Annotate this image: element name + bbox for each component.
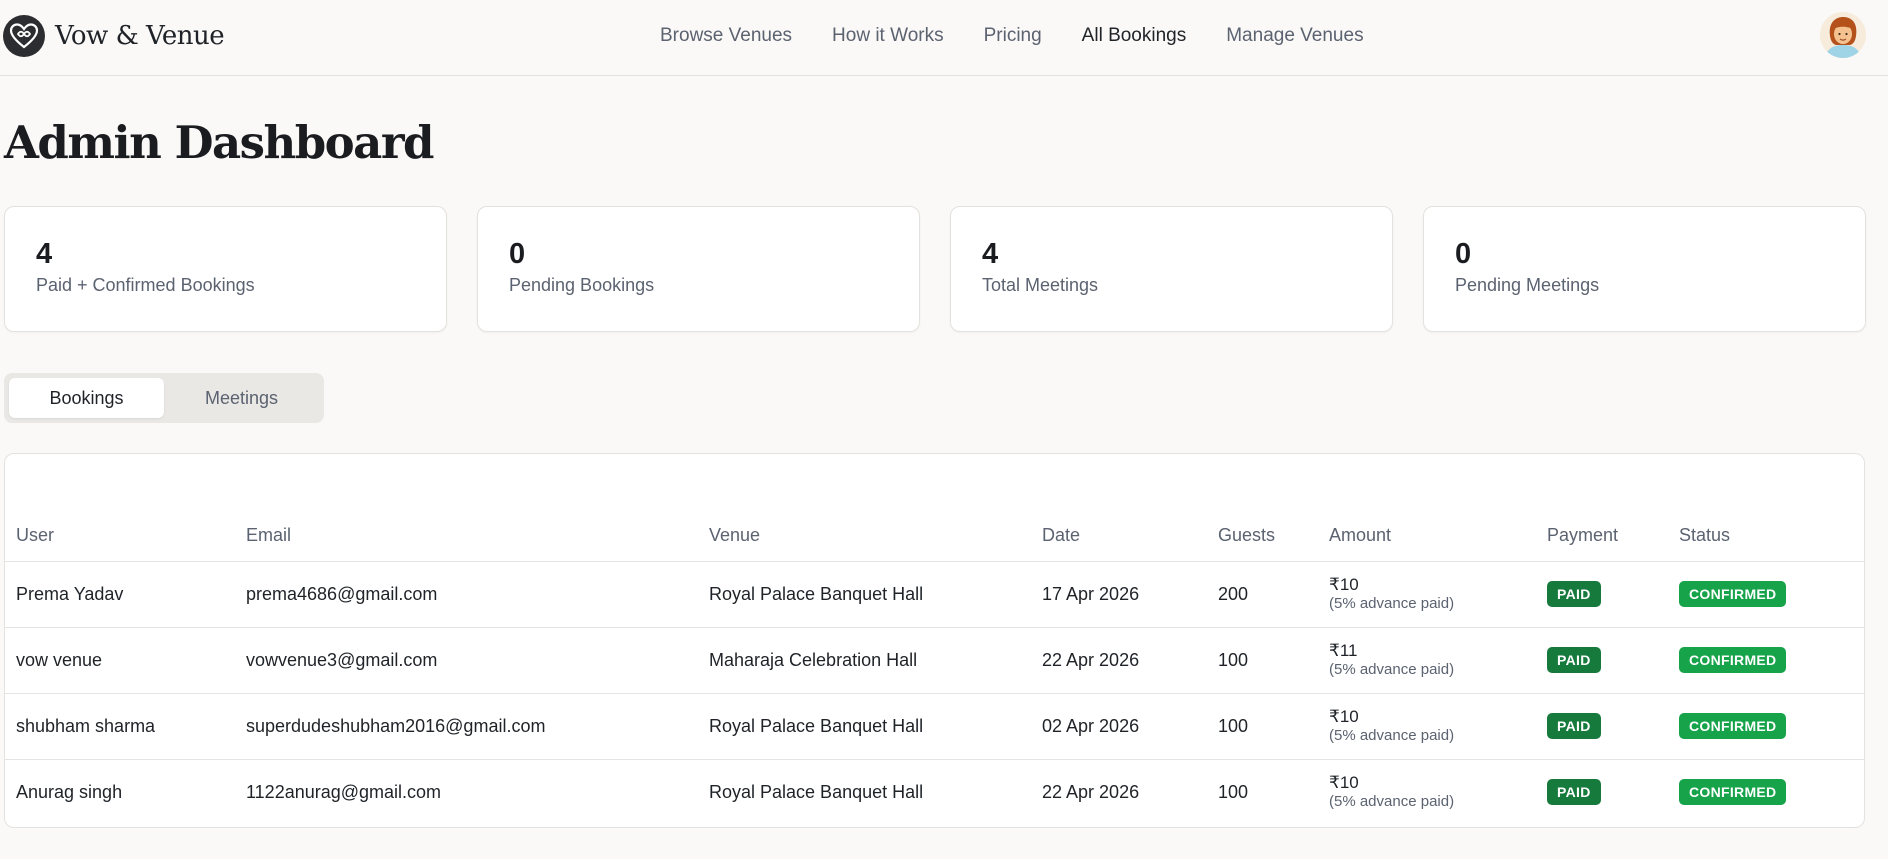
cell-email: prema4686@gmail.com — [235, 561, 698, 628]
table-row[interactable]: Anurag singh 1122anurag@gmail.com Royal … — [5, 759, 1864, 825]
status-badge: CONFIRMED — [1679, 713, 1787, 739]
cell-status: CONFIRMED — [1668, 759, 1864, 825]
page-title: Admin Dashboard — [4, 116, 435, 169]
cell-email: 1122anurag@gmail.com — [246, 781, 442, 802]
table-header-row: User Email Venue Date Guests Amount Paym… — [5, 511, 1864, 562]
amount-note: (5% advance paid) — [1329, 727, 1455, 744]
cell-guests: 100 — [1218, 781, 1249, 802]
main-nav: Browse Venues How it Works Pricing All B… — [660, 24, 1404, 48]
column-header-email[interactable]: Email — [235, 511, 698, 562]
table-row[interactable]: Prema Yadav prema4686@gmail.com Royal Pa… — [5, 561, 1864, 628]
brand-logo-link[interactable]: Vow & Venue — [3, 15, 225, 57]
cell-payment: PAID — [1536, 627, 1668, 694]
stat-card-pending-bookings: 0 Pending Bookings — [477, 206, 920, 332]
nav-pricing[interactable]: Pricing — [984, 24, 1042, 48]
cell-guests: 100 — [1207, 627, 1318, 694]
column-header-status[interactable]: Status — [1668, 511, 1864, 562]
cell-payment: PAID — [1536, 561, 1668, 628]
stat-label: Total Meetings — [982, 275, 1099, 295]
bookings-panel: User Email Venue Date Guests Amount Paym… — [4, 453, 1865, 828]
cell-status: CONFIRMED — [1668, 561, 1864, 628]
stat-label: Pending Meetings — [1455, 275, 1600, 295]
status-badge: CONFIRMED — [1679, 647, 1787, 673]
payment-badge: PAID — [1547, 581, 1601, 607]
bookings-table: User Email Venue Date Guests Amount Paym… — [5, 511, 1864, 825]
cell-payment: PAID — [1536, 693, 1668, 760]
tab-meetings[interactable]: Meetings — [164, 378, 319, 418]
column-header-payment[interactable]: Payment — [1536, 511, 1668, 562]
status-badge: CONFIRMED — [1679, 581, 1787, 607]
amount-value: ₹10 — [1329, 773, 1359, 793]
cell-status: CONFIRMED — [1668, 693, 1864, 760]
cell-date: 17 Apr 2026 — [1031, 561, 1207, 628]
cell-status: CONFIRMED — [1668, 627, 1864, 694]
cell-email: vowvenue3@gmail.com — [235, 627, 698, 694]
payment-badge: PAID — [1547, 713, 1601, 739]
amount-note: (5% advance paid) — [1329, 661, 1455, 678]
top-navbar: Vow & Venue Browse Venues How it Works P… — [0, 0, 1888, 76]
nav-all-bookings[interactable]: All Bookings — [1082, 24, 1187, 48]
cell-venue: Maharaja Celebration Hall — [698, 627, 1031, 694]
cell-user: shubham sharma — [5, 693, 235, 760]
stat-value: 4 — [982, 238, 999, 270]
heart-infinity-icon — [3, 15, 45, 57]
column-header-date[interactable]: Date — [1031, 511, 1207, 562]
amount-value: ₹10 — [1329, 575, 1359, 594]
cell-date: 22 Apr 2026 — [1031, 627, 1207, 694]
brand-name: Vow & Venue — [55, 21, 225, 51]
column-header-venue[interactable]: Venue — [698, 511, 1031, 562]
cell-email: superdudeshubham2016@gmail.com — [235, 693, 698, 760]
amount-value: ₹10 — [1329, 707, 1359, 726]
stats-row: 4 Paid + Confirmed Bookings 0 Pending Bo… — [4, 206, 1866, 332]
tab-bookings[interactable]: Bookings — [9, 378, 164, 418]
status-badge: CONFIRMED — [1679, 779, 1787, 806]
table-row[interactable]: vow venue vowvenue3@gmail.com Maharaja C… — [5, 627, 1864, 694]
cell-user: Prema Yadav — [5, 561, 235, 628]
nav-how-it-works[interactable]: How it Works — [832, 24, 944, 48]
cell-amount: ₹11 (5% advance paid) — [1318, 627, 1536, 694]
cell-venue: Royal Palace Banquet Hall — [698, 561, 1031, 628]
view-tabs: Bookings Meetings — [4, 373, 324, 423]
stat-value: 0 — [1455, 238, 1472, 270]
amount-note: (5% advance paid) — [1329, 793, 1455, 811]
cell-user: vow venue — [5, 627, 235, 694]
stat-label: Pending Bookings — [509, 275, 655, 295]
user-avatar[interactable] — [1820, 12, 1866, 58]
stat-value: 4 — [36, 238, 53, 270]
nav-browse-venues[interactable]: Browse Venues — [660, 24, 792, 48]
cell-amount: ₹10 (5% advance paid) — [1318, 759, 1536, 825]
cell-date: 22 Apr 2026 — [1042, 781, 1140, 802]
cell-guests: 200 — [1207, 561, 1318, 628]
amount-note: (5% advance paid) — [1329, 595, 1455, 612]
table-row[interactable]: shubham sharma superdudeshubham2016@gmai… — [5, 693, 1864, 760]
amount-value: ₹11 — [1329, 641, 1358, 660]
payment-badge: PAID — [1547, 647, 1601, 673]
column-header-amount[interactable]: Amount — [1318, 511, 1536, 562]
stat-card-total-meetings: 4 Total Meetings — [950, 206, 1393, 332]
stat-value: 0 — [509, 238, 526, 270]
cell-date: 02 Apr 2026 — [1031, 693, 1207, 760]
column-header-guests[interactable]: Guests — [1207, 511, 1318, 562]
cell-amount: ₹10 (5% advance paid) — [1318, 561, 1536, 628]
cell-venue: Royal Palace Banquet Hall — [698, 693, 1031, 760]
cell-user: Anurag singh — [16, 781, 123, 802]
cell-guests: 100 — [1207, 693, 1318, 760]
column-header-user[interactable]: User — [5, 511, 235, 562]
nav-manage-venues[interactable]: Manage Venues — [1226, 24, 1363, 48]
cell-amount: ₹10 (5% advance paid) — [1318, 693, 1536, 760]
cell-payment: PAID — [1536, 759, 1668, 825]
stat-card-pending-meetings: 0 Pending Meetings — [1423, 206, 1866, 332]
payment-badge: PAID — [1547, 779, 1601, 806]
stat-label: Paid + Confirmed Bookings — [36, 275, 255, 295]
stat-card-paid-confirmed: 4 Paid + Confirmed Bookings — [4, 206, 447, 332]
cell-venue: Royal Palace Banquet Hall — [709, 781, 924, 802]
